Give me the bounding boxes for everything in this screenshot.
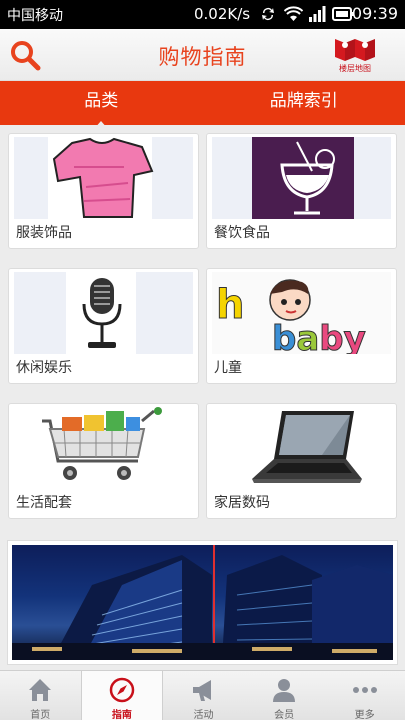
- category-label: 服装饰品: [16, 225, 72, 241]
- network-speed: 0.02K/s: [194, 5, 251, 23]
- nav-label: 会员: [274, 710, 295, 720]
- nav-label: 指南: [111, 710, 132, 720]
- laptop-icon: [252, 411, 362, 483]
- baby-logo-text: baby: [272, 319, 366, 354]
- living-image: [14, 407, 193, 489]
- food-image: [212, 137, 391, 219]
- sync-icon: [262, 8, 274, 21]
- clothing-image: [14, 137, 193, 219]
- category-label: 儿童: [214, 360, 242, 376]
- carrier-name: 中国移动: [7, 8, 63, 24]
- nav-guide[interactable]: 指南: [80, 671, 164, 720]
- floor-map-label: 楼层地图: [339, 64, 371, 73]
- more-icon: [352, 687, 377, 693]
- nav-more[interactable]: 更多: [324, 671, 405, 720]
- microphone-icon: [66, 272, 136, 354]
- category-card-clothing[interactable]: 服装饰品: [8, 133, 199, 249]
- tab-brand-index[interactable]: 品牌索引: [203, 81, 405, 125]
- drink-icon: [252, 137, 354, 219]
- nav-member[interactable]: 会员: [244, 671, 325, 720]
- user-icon: [273, 679, 296, 702]
- status-bar: 中国移动 0.02K/s 09:39: [0, 0, 405, 29]
- category-card-food[interactable]: 餐饮食品: [206, 133, 397, 249]
- banner-image: [12, 545, 393, 660]
- category-label: 生活配套: [16, 495, 72, 511]
- cart-icon: [42, 407, 162, 480]
- nav-home[interactable]: 首页: [0, 671, 81, 720]
- clock: 09:39: [351, 4, 398, 23]
- tab-category[interactable]: 品类: [0, 81, 203, 129]
- floor-map-icon: [335, 39, 375, 61]
- category-card-home-digital[interactable]: 家居数码: [206, 403, 397, 519]
- tshirt-icon: [48, 137, 154, 219]
- home-digital-image: [212, 407, 391, 489]
- category-card-living[interactable]: 生活配套: [8, 403, 199, 519]
- nav-activity[interactable]: 活动: [163, 671, 244, 720]
- category-card-kids[interactable]: h baby 儿童: [206, 268, 397, 384]
- compass-icon: [109, 677, 135, 703]
- category-label: 餐饮食品: [214, 225, 270, 241]
- category-label: 休闲娱乐: [16, 360, 72, 376]
- baby-logo-letter: h: [216, 282, 244, 328]
- home-icon: [29, 679, 52, 701]
- app-header: 购物指南 楼层地图: [0, 29, 405, 81]
- bottom-navigation: 首页 指南 活动 会员 更多: [0, 670, 405, 720]
- floor-map-button[interactable]: 楼层地图: [333, 35, 377, 77]
- baby-icon: h baby: [212, 272, 391, 354]
- battery-icon: [332, 7, 354, 21]
- category-card-leisure[interactable]: 休闲娱乐: [8, 268, 199, 384]
- tab-bar: 品类 品牌索引: [0, 81, 405, 129]
- megaphone-icon: [193, 680, 212, 701]
- building-illustration: [12, 545, 393, 660]
- signal-icon: [309, 6, 326, 22]
- nav-label: 活动: [193, 710, 214, 720]
- wifi-icon: [284, 6, 303, 21]
- promo-banner[interactable]: [7, 540, 398, 665]
- nav-label: 首页: [30, 710, 51, 720]
- nav-label: 更多: [354, 710, 375, 720]
- category-label: 家居数码: [214, 495, 270, 511]
- leisure-image: [14, 272, 193, 354]
- kids-image: h baby: [212, 272, 391, 354]
